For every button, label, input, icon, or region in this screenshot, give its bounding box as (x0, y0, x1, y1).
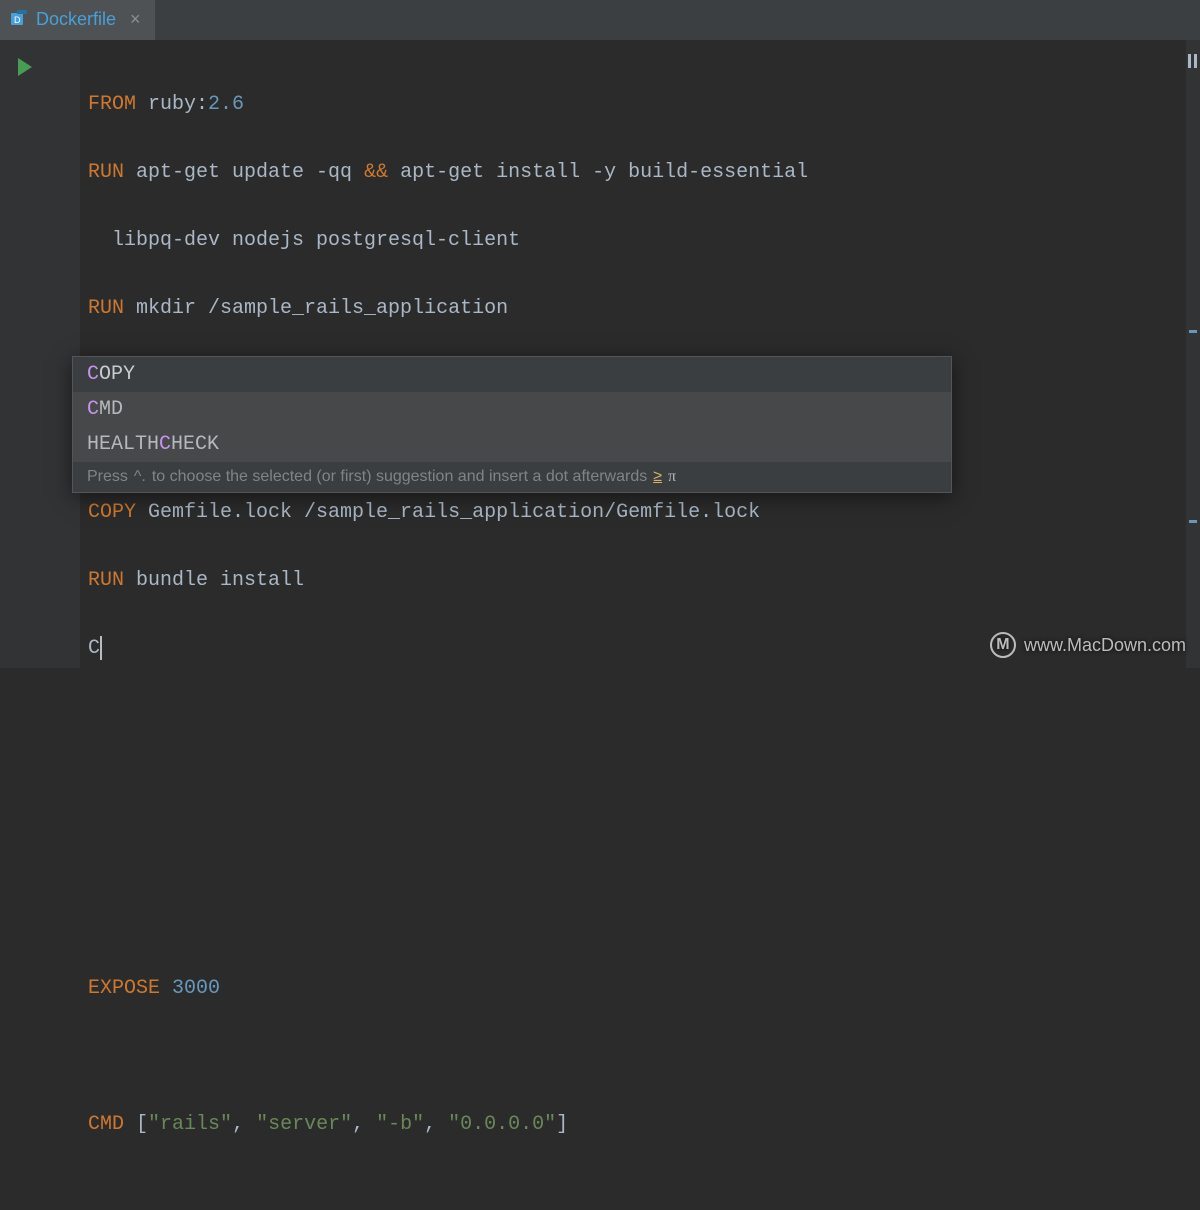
ac-pre: HEALTH (87, 433, 159, 456)
code-text: : (196, 93, 208, 116)
code-string: "rails" (148, 1113, 232, 1136)
inspections-icon[interactable] (1188, 54, 1197, 68)
code-op: && (364, 161, 388, 184)
ac-match: C (87, 398, 99, 421)
code-text: ruby (136, 93, 196, 116)
autocomplete-popup: COPY CMD HEALTHCHECK Press ^. to choose … (72, 356, 952, 493)
code-text: , (352, 1113, 376, 1136)
typed-input: C (88, 637, 100, 660)
scroll-marker[interactable] (1189, 520, 1197, 523)
autocomplete-item-healthcheck[interactable]: HEALTHCHECK (73, 427, 951, 462)
scrollbar[interactable] (1186, 40, 1200, 668)
code-bracket: ] (556, 1113, 568, 1136)
code-text: , (232, 1113, 256, 1136)
code-text: libpq-dev nodejs postgresql-client (88, 229, 520, 252)
tab-label: Dockerfile (36, 9, 116, 30)
autocomplete-hint: Press ^. to choose the selected (or firs… (73, 462, 951, 492)
gutter-fold (56, 40, 80, 668)
code-string: "0.0.0.0" (448, 1113, 556, 1136)
editor-wrap: FROM ruby:2.6 RUN apt-get update -qq && … (0, 40, 1200, 668)
code-string: "-b" (376, 1113, 424, 1136)
kw-from: FROM (88, 93, 136, 116)
code-bracket: [ (136, 1113, 148, 1136)
run-icon[interactable] (18, 58, 32, 76)
kw-run: RUN (88, 297, 124, 320)
tab-dockerfile[interactable]: D Dockerfile × (0, 0, 155, 40)
ac-match: C (87, 363, 99, 386)
code-text: apt-get install -y build-essential (388, 161, 808, 184)
hint-link[interactable]: ≥ (653, 468, 662, 486)
ac-rest: HECK (171, 433, 219, 456)
svg-text:D: D (14, 15, 21, 25)
ac-match: C (159, 433, 171, 456)
pi-icon[interactable]: π (668, 468, 676, 486)
autocomplete-item-copy[interactable]: COPY (73, 357, 951, 392)
ac-rest: MD (99, 398, 123, 421)
scroll-marker[interactable] (1189, 330, 1197, 333)
code-text: Gemfile.lock /sample_rails_application/G… (136, 501, 760, 524)
code-text: mkdir /sample_rails_application (124, 297, 508, 320)
code-text: apt-get update -qq (124, 161, 364, 184)
kw-expose: EXPOSE (88, 977, 160, 1000)
close-icon[interactable]: × (130, 9, 141, 30)
kw-run: RUN (88, 569, 124, 592)
watermark-text: www.MacDown.com (1024, 635, 1186, 656)
code-number: 3000 (160, 977, 220, 1000)
code-text: , (424, 1113, 448, 1136)
watermark: M www.MacDown.com (990, 632, 1186, 658)
text-caret (100, 636, 102, 660)
kw-copy: COPY (88, 501, 136, 524)
dockerfile-icon: D (10, 10, 28, 28)
hint-text: Press (87, 468, 128, 486)
code-number: 2.6 (208, 93, 244, 116)
kw-cmd: CMD (88, 1113, 124, 1136)
ac-rest: OPY (99, 363, 135, 386)
hint-key: ^. (134, 468, 146, 486)
tab-bar: D Dockerfile × (0, 0, 1200, 40)
hint-text: to choose the selected (or first) sugges… (152, 468, 647, 486)
gutter (0, 40, 56, 668)
code-string: "server" (256, 1113, 352, 1136)
code-editor[interactable]: FROM ruby:2.6 RUN apt-get update -qq && … (80, 40, 1186, 668)
code-text: bundle install (124, 569, 304, 592)
watermark-logo-icon: M (990, 632, 1016, 658)
kw-run: RUN (88, 161, 124, 184)
autocomplete-item-cmd[interactable]: CMD (73, 392, 951, 427)
code-text (124, 1113, 136, 1136)
